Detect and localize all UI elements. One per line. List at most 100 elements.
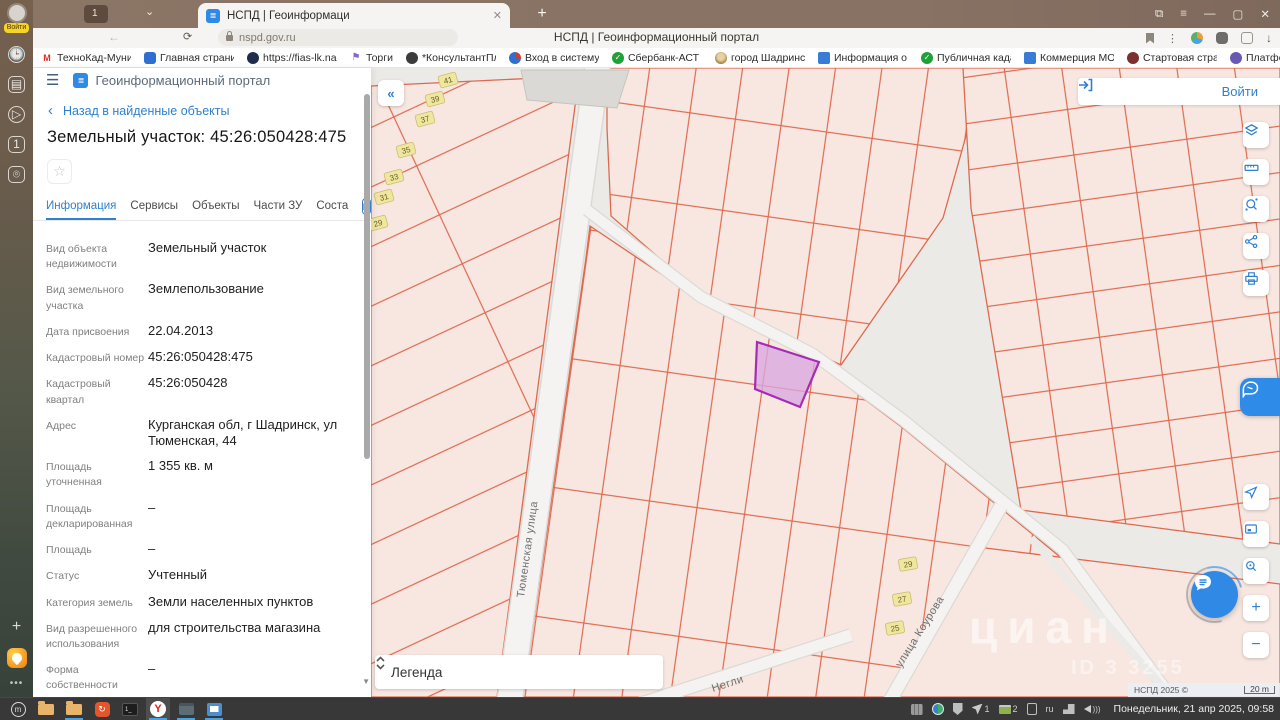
- share-button[interactable]: [1243, 233, 1269, 259]
- tab-panel-icon[interactable]: ⧉: [1155, 8, 1163, 21]
- new-tab-button[interactable]: +: [531, 3, 553, 25]
- tab-title: НСПД | Геоинформаци: [227, 9, 350, 22]
- tab-services[interactable]: Сервисы: [130, 200, 178, 220]
- field-row: Статус Учтенный: [46, 567, 208, 583]
- layers-button[interactable]: [1243, 122, 1269, 148]
- extension-icon[interactable]: [1241, 32, 1253, 44]
- tab-information[interactable]: Информация: [46, 200, 117, 220]
- redshift-app-button[interactable]: ↻: [90, 698, 114, 720]
- profile-avatar-icon[interactable]: [8, 5, 25, 21]
- tray-battery-icon[interactable]: [1026, 703, 1037, 715]
- tab-composition[interactable]: Соста: [316, 200, 348, 220]
- tab-parts[interactable]: Части ЗУ: [254, 200, 303, 220]
- system-tray: 1 2 ru ))) Понедельник, 21 апр 2025, 09:…: [910, 703, 1274, 715]
- sidebar-add-icon[interactable]: +: [12, 618, 21, 636]
- geolocation-button[interactable]: [1243, 484, 1269, 510]
- files-window-button[interactable]: [62, 698, 86, 720]
- print-button[interactable]: [1243, 270, 1269, 296]
- sidebar-login-badge[interactable]: Войти: [3, 23, 30, 33]
- bookmark-item[interactable]: город Шадринск: [714, 51, 805, 64]
- tray-app-icon[interactable]: [910, 703, 923, 715]
- map-canvas[interactable]: 41 39 37 35 33 31 29 29 27 25 Тюменская …: [371, 68, 1280, 697]
- bookmark-item[interactable]: Информация о р: [817, 51, 908, 64]
- addressbar-menu-icon[interactable]: ⋮: [1167, 32, 1178, 45]
- screenshot-icon[interactable]: ⌾: [8, 165, 25, 183]
- legend-dropdown[interactable]: Легенда: [375, 655, 663, 689]
- bookmark-item[interactable]: *КонсультантПлю: [405, 51, 496, 64]
- taskbar: m ↻ 1_ Y 1 2 ru ))) Понедельник, 21 апр …: [0, 697, 1280, 720]
- tab-objects[interactable]: Объекты: [192, 200, 239, 220]
- downloads-icon[interactable]: ↓: [1266, 31, 1272, 45]
- chevron-down-icon[interactable]: ⌄: [145, 5, 154, 18]
- video-icon[interactable]: ▷: [8, 105, 25, 123]
- spatial-search-button[interactable]: [1243, 196, 1269, 222]
- cadastral-parcels: [371, 68, 1280, 697]
- window-app-button[interactable]: [174, 698, 198, 720]
- window-close-button[interactable]: ✕: [1260, 7, 1270, 21]
- bookmark-item[interactable]: ✓Сбербанк-АСТ - З: [611, 51, 702, 64]
- panel-scrollbar[interactable]: ▼: [362, 92, 370, 688]
- tray-notifications-icon[interactable]: 1: [971, 703, 990, 715]
- start-menu-button[interactable]: m: [6, 698, 30, 720]
- tray-sync-icon[interactable]: [931, 703, 944, 715]
- yandex-browser-taskbar-button[interactable]: Y: [146, 698, 170, 720]
- svg-text:ID 3 3255: ID 3 3255: [1071, 657, 1185, 679]
- chat-button[interactable]: [1191, 571, 1238, 618]
- bookmark-item[interactable]: ⚑ Торги: [350, 52, 393, 64]
- panel-collapse-button[interactable]: «: [378, 80, 404, 106]
- bookmark-item[interactable]: Платформа госуд: [1229, 51, 1280, 64]
- tab-counter-icon[interactable]: 1: [8, 135, 25, 153]
- menu-icon[interactable]: ☰: [46, 71, 59, 89]
- browser-tab[interactable]: ≣ НСПД | Геоинформаци ✕: [198, 3, 510, 28]
- map-login-bar[interactable]: Войти: [1078, 78, 1280, 105]
- tray-network-icon[interactable]: [1062, 704, 1075, 714]
- tray-volume-icon[interactable]: ))): [1083, 705, 1101, 714]
- bookmark-favicon: [405, 51, 418, 64]
- files-app-button[interactable]: [34, 698, 58, 720]
- bookmark-favicon: [508, 51, 521, 64]
- taskbar-clock[interactable]: Понедельник, 21 апр 2025, 09:58: [1114, 703, 1274, 715]
- sidebar-more-icon[interactable]: •••: [10, 678, 24, 689]
- zoom-out-button[interactable]: −: [1243, 632, 1269, 658]
- extension-icon[interactable]: [1191, 32, 1203, 44]
- assistant-button[interactable]: [1240, 378, 1280, 416]
- bookmark-item[interactable]: ✓Публичная кадас: [920, 51, 1011, 64]
- extension-icon[interactable]: [1216, 32, 1228, 44]
- tray-shield-icon[interactable]: [952, 703, 963, 715]
- map-viewport[interactable]: 41 39 37 35 33 31 29 29 27 25 Тюменская …: [371, 68, 1280, 697]
- bookmark-item[interactable]: М ТехноКад-Муниц: [41, 52, 131, 64]
- field-row: Адрес Курганская обл, г Шадринск, ул Тюме…: [46, 416, 338, 448]
- measure-button[interactable]: [1243, 159, 1269, 185]
- yandex-browser-icon[interactable]: [6, 648, 27, 668]
- overview-map-button[interactable]: [1243, 521, 1269, 547]
- terminal-button[interactable]: 1_: [118, 698, 142, 720]
- bookmark-item[interactable]: Главная страниц: [144, 51, 234, 64]
- bookmark-icon[interactable]: [1146, 32, 1154, 44]
- bookmark-item[interactable]: Стартовая стран: [1126, 51, 1217, 64]
- ruler-icon: [1244, 164, 1259, 171]
- bookmark-item[interactable]: https://fias-lk.nal: [247, 51, 337, 64]
- window-maximize-button[interactable]: ▢: [1232, 7, 1243, 21]
- collections-icon[interactable]: ▤: [8, 75, 25, 93]
- back-to-results-link[interactable]: ‹ Назад в найденные объекты: [48, 103, 371, 118]
- scale-bar: 20 m: [1244, 685, 1275, 694]
- browser-menu-icon[interactable]: ≡: [1180, 8, 1187, 20]
- scrollbar-down-arrow[interactable]: ▼: [362, 677, 370, 686]
- bookmark-item[interactable]: Вход в систему ::: [508, 51, 599, 64]
- scrollbar-thumb[interactable]: [364, 94, 370, 459]
- tab-close-icon[interactable]: ✕: [493, 9, 502, 22]
- favorite-star-button[interactable]: ☆: [47, 159, 72, 184]
- window-minimize-button[interactable]: —: [1204, 8, 1216, 20]
- map-search-button[interactable]: [1243, 558, 1269, 584]
- tray-printer-icon[interactable]: 2: [998, 704, 1018, 714]
- bookmark-favicon: [144, 51, 156, 64]
- mail-app-button[interactable]: [202, 698, 226, 720]
- chevron-updown-icon: [376, 656, 385, 670]
- bookmark-item[interactable]: Коммерция МО.х: [1023, 51, 1114, 64]
- history-icon[interactable]: 🕒: [8, 45, 25, 63]
- field-row: Категория земель Земли населенных пунктов: [46, 593, 314, 609]
- bookmark-favicon: [1126, 51, 1139, 64]
- keyboard-layout-indicator[interactable]: ru: [1046, 704, 1054, 714]
- zoom-in-button[interactable]: +: [1243, 595, 1269, 621]
- profile-chip[interactable]: 1: [83, 4, 109, 24]
